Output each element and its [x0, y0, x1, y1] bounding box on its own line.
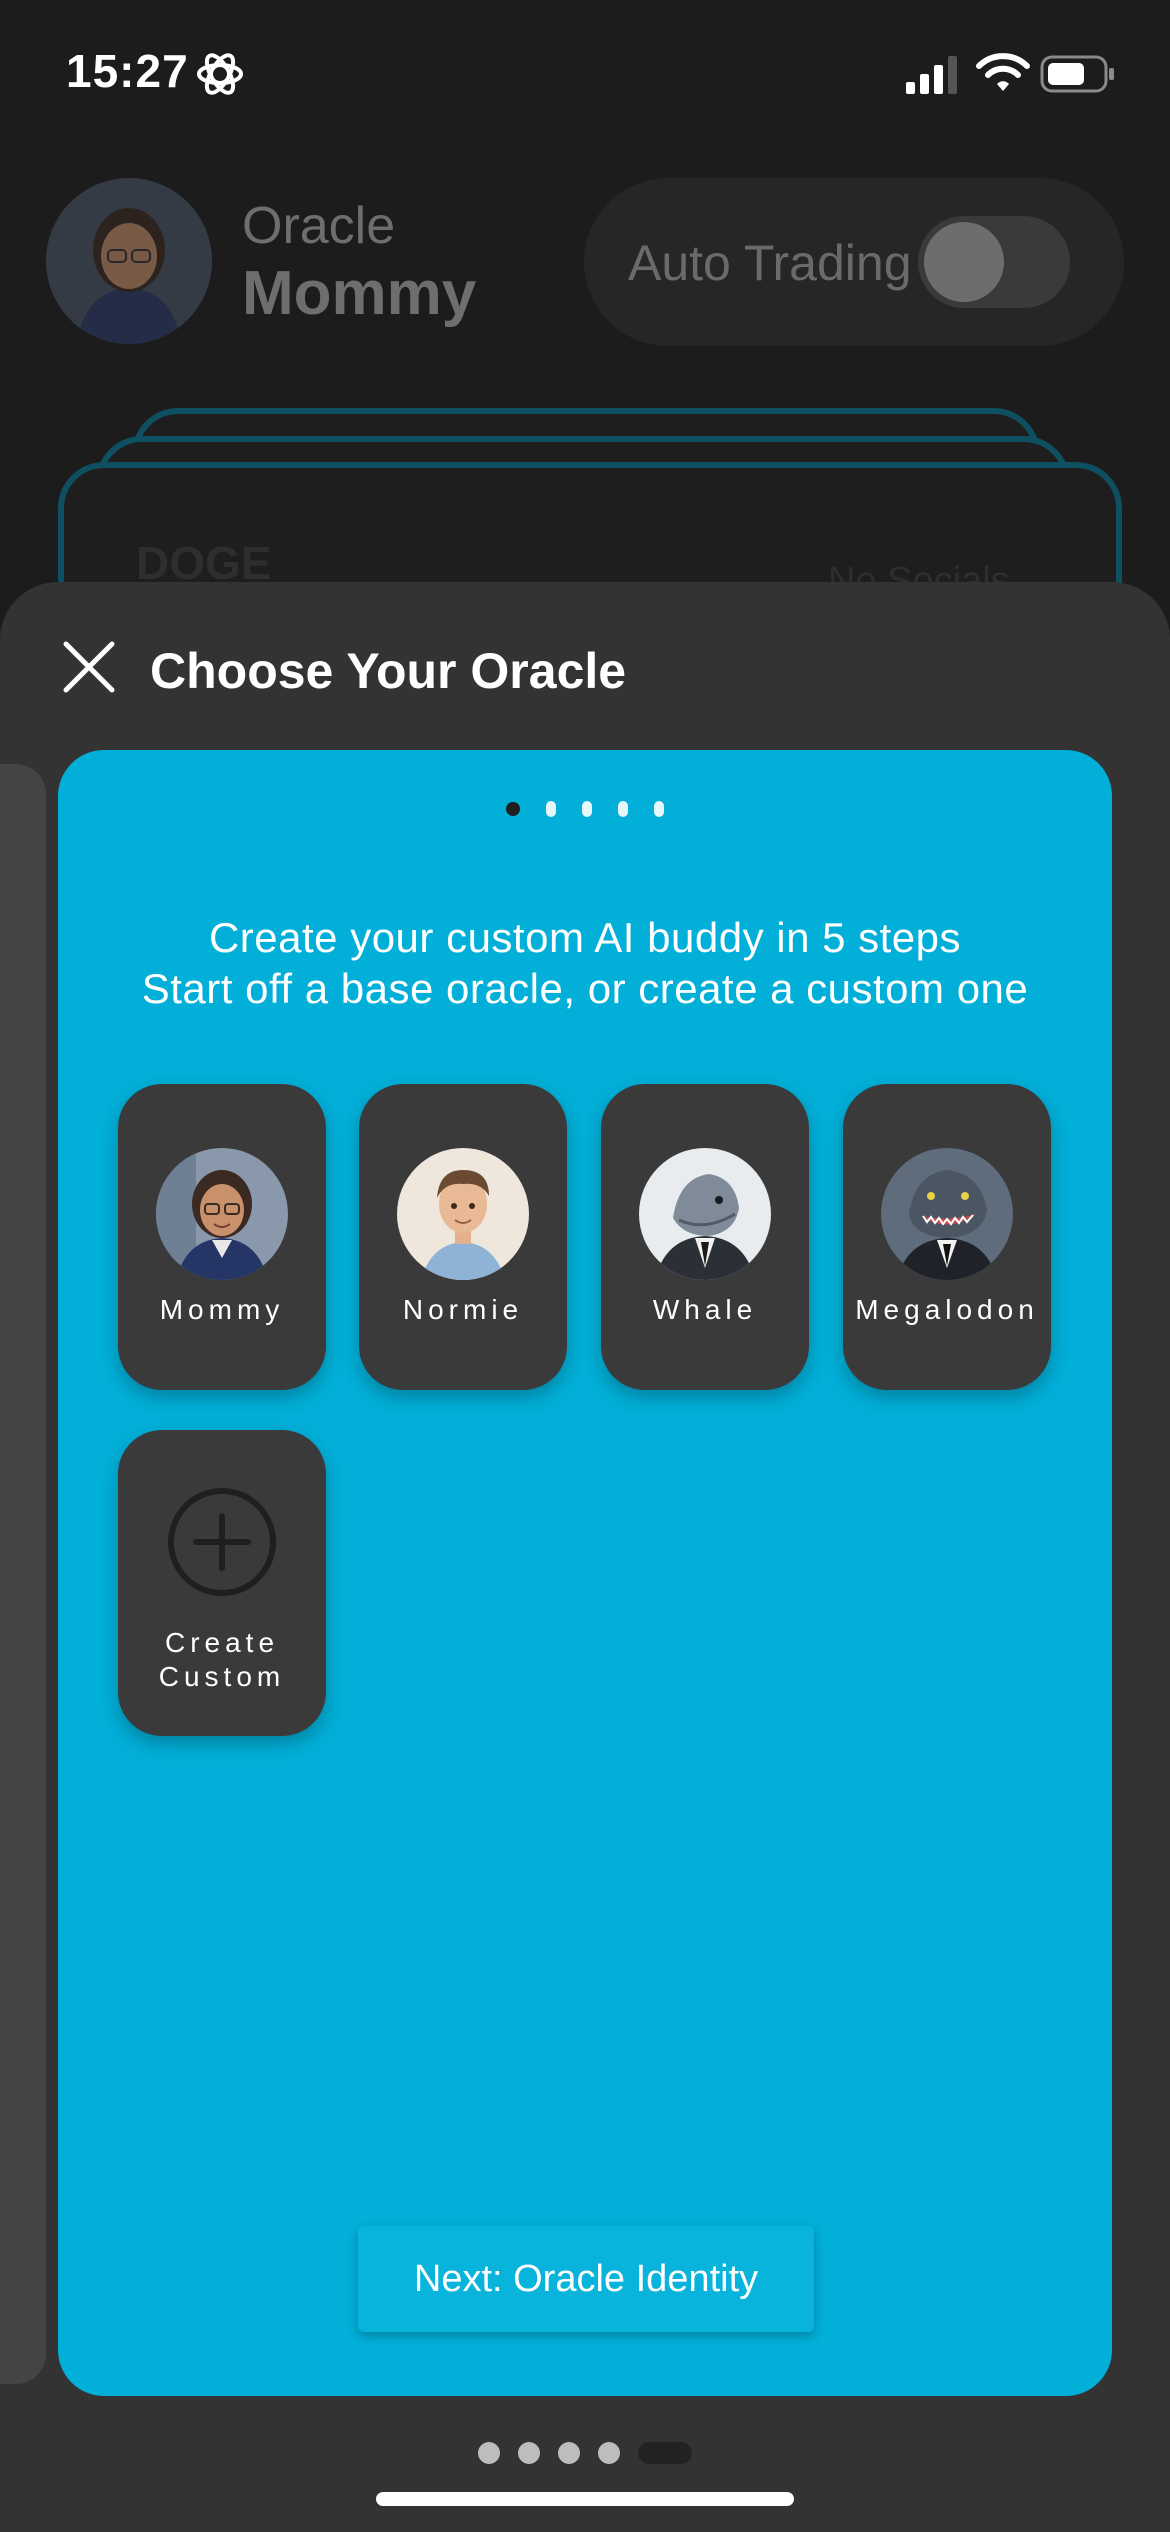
normie-avatar-icon [397, 1148, 529, 1280]
step-dot [618, 800, 628, 817]
page-dot[interactable] [518, 2442, 540, 2464]
create-custom-line-2: Custom [158, 1661, 286, 1692]
whale-avatar-icon [639, 1148, 771, 1280]
auto-trading-control: Auto Trading [584, 178, 1124, 346]
intro-text: Create your custom AI buddy in 5 steps S… [58, 912, 1112, 1014]
wifi-icon [976, 53, 1030, 91]
page-dot[interactable] [598, 2442, 620, 2464]
create-custom-label: Create Custom [118, 1626, 326, 1694]
next-oracle-identity-button[interactable]: Next: Oracle Identity [358, 2226, 814, 2332]
step-dot [654, 800, 664, 817]
megalodon-avatar-icon [881, 1148, 1013, 1280]
step-indicator [58, 800, 1112, 818]
auto-trading-toggle[interactable] [918, 216, 1070, 308]
create-custom-line-1: Create [164, 1627, 280, 1658]
home-indicator[interactable] [376, 2492, 794, 2506]
sheet-title: Choose Your Oracle [150, 643, 627, 699]
oracle-name-normie: Normie [402, 1294, 524, 1325]
step-dot [506, 801, 520, 816]
oracle-name: Mommy [242, 259, 477, 328]
normie-avatar [397, 1148, 529, 1280]
cellular-signal-icon [906, 56, 957, 94]
current-oracle-avatar [46, 178, 212, 344]
oracle-selection-card: Create your custom AI buddy in 5 steps S… [58, 750, 1112, 2396]
oracle-label: Oracle [242, 197, 396, 255]
intro-line-2: Start off a base oracle, or create a cus… [141, 965, 1029, 1012]
mommy-avatar-icon [156, 1148, 288, 1280]
battery-icon [1040, 55, 1114, 93]
intro-line-1: Create your custom AI buddy in 5 steps [208, 914, 962, 961]
oracle-name-megalodon: Megalodon [855, 1294, 1039, 1325]
oracle-tile-normie[interactable]: Normie [359, 1084, 567, 1390]
choose-oracle-sheet: Choose Your Oracle Create your custom AI… [0, 582, 1170, 2532]
page-dot[interactable] [478, 2442, 500, 2464]
status-bar: 15:27 [0, 0, 1170, 150]
previous-card-peek [0, 764, 46, 2384]
page-dot[interactable] [558, 2442, 580, 2464]
step-dot [582, 800, 592, 817]
mommy-avatar [156, 1148, 288, 1280]
status-time: 15:27 [66, 45, 189, 97]
oracle-name-whale: Whale [652, 1294, 758, 1325]
oracle-tile-mommy[interactable]: Mommy [118, 1084, 326, 1390]
page-dot-active[interactable] [638, 2442, 692, 2464]
oracle-tile-whale[interactable]: Whale [601, 1084, 809, 1390]
step-dot [546, 800, 556, 817]
gear-icon [197, 53, 243, 95]
toggle-knob [924, 222, 1004, 302]
plus-circle-icon [168, 1488, 276, 1596]
mommy-avatar-icon [46, 178, 212, 344]
oracle-name-mommy: Mommy [159, 1294, 285, 1325]
create-custom-tile[interactable]: Create Custom [118, 1430, 326, 1736]
whale-avatar [639, 1148, 771, 1280]
oracle-tile-megalodon[interactable]: Megalodon [843, 1084, 1051, 1390]
megalodon-avatar [881, 1148, 1013, 1280]
page-indicator [0, 2442, 1170, 2464]
close-icon[interactable] [62, 640, 116, 694]
auto-trading-label: Auto Trading [628, 235, 912, 291]
